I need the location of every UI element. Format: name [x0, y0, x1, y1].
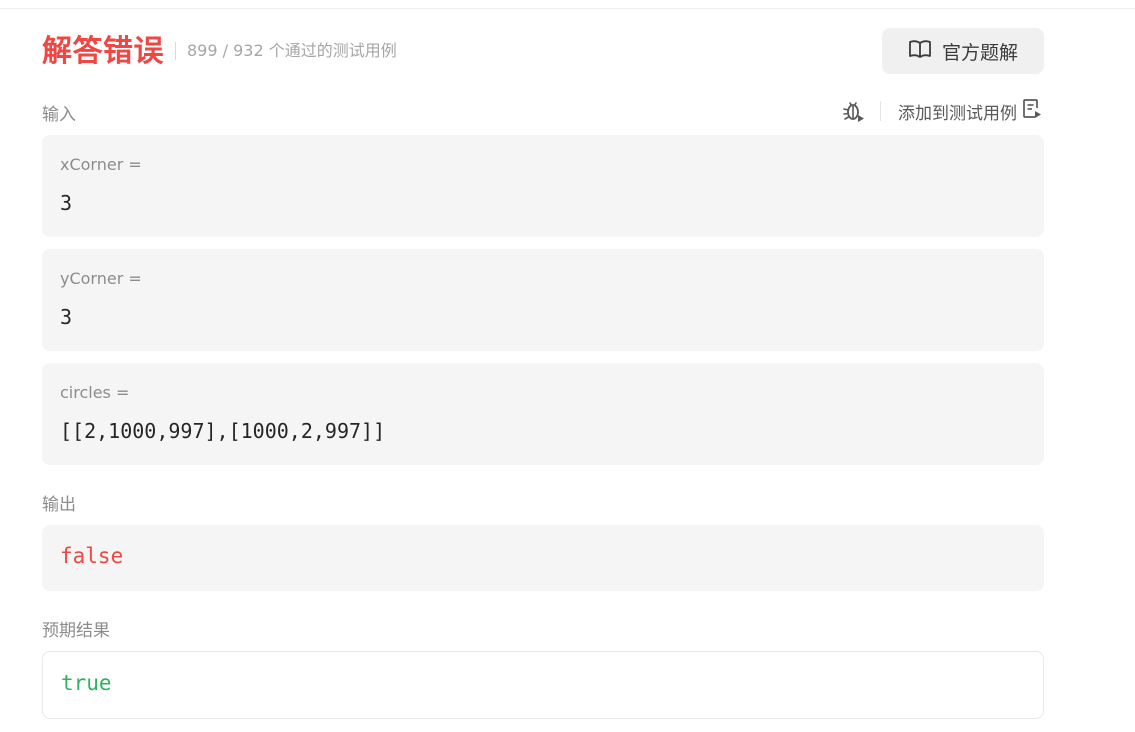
book-icon	[908, 39, 932, 63]
count-slash: /	[222, 41, 229, 60]
top-divider	[0, 8, 1135, 9]
tools-divider	[880, 101, 881, 121]
param-box-circles: circles = [[2,1000,997],[1000,2,997]]	[42, 363, 1044, 465]
input-tools: 添加到测试用例	[842, 98, 1043, 124]
output-label: 输出	[42, 495, 76, 515]
add-to-testcase-link[interactable]: 添加到测试用例	[898, 97, 1043, 126]
result-header: 解答错误 899 / 932 个通过的测试用例 官方题解	[42, 28, 1044, 76]
pass-suffix: 个通过的测试用例	[268, 41, 397, 60]
output-value: false	[60, 544, 124, 568]
param-value: [[2,1000,997],[1000,2,997]]	[60, 419, 386, 443]
passed-count: 899	[187, 41, 218, 60]
expected-value: true	[61, 671, 112, 695]
debug-icon[interactable]	[842, 99, 866, 123]
param-box-ycorner: yCorner = 3	[42, 249, 1044, 351]
expected-label: 预期结果	[42, 621, 110, 641]
official-solution-label: 官方题解	[941, 41, 1018, 64]
param-name: circles =	[60, 383, 130, 402]
header-divider	[175, 42, 176, 60]
expected-box: true	[42, 651, 1044, 719]
add-testcase-icon	[1021, 97, 1043, 126]
result-status: 解答错误	[42, 34, 164, 69]
output-box: false	[42, 525, 1044, 591]
input-label: 输入	[42, 105, 76, 125]
pass-count: 899 / 932 个通过的测试用例	[187, 40, 397, 62]
official-solution-button[interactable]: 官方题解	[882, 28, 1044, 74]
param-name: xCorner =	[60, 155, 142, 174]
add-to-testcase-label: 添加到测试用例	[898, 103, 1017, 124]
param-value: 3	[60, 305, 73, 329]
param-name: yCorner =	[60, 269, 142, 288]
param-box-xcorner: xCorner = 3	[42, 135, 1044, 237]
param-value: 3	[60, 191, 73, 215]
total-count: 932	[233, 41, 264, 60]
